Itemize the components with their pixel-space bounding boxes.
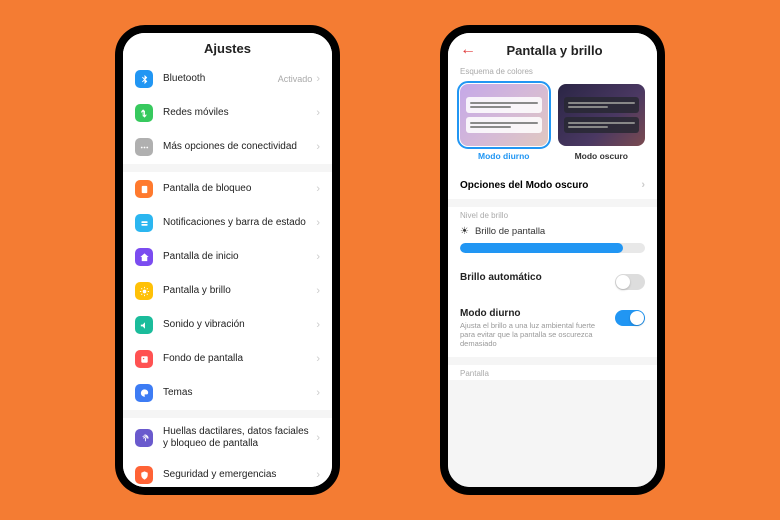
row-notifications[interactable]: Notificaciones y barra de estado › [123,206,332,240]
row-security[interactable]: Seguridad y emergencias › [123,458,332,487]
brightness-control: ☀ Brillo de pantalla [448,222,657,263]
row-label: Temas [163,387,316,399]
mobile-data-icon [135,104,153,122]
page-title: Pantalla y brillo [464,43,645,58]
chevron-right-icon: › [316,141,320,153]
toggle-desc: Ajusta el brillo a una luz ambiental fue… [460,321,607,348]
row-label: Pantalla de bloqueo [163,183,316,195]
row-label: Seguridad y emergencias [163,469,316,481]
row-biometrics[interactable]: Huellas dactilares, datos faciales y blo… [123,418,332,458]
preview-light [460,84,548,146]
row-label: Sonido y vibración [163,319,316,331]
toggle-title: Modo diurno [460,308,607,319]
chevron-right-icon: › [316,183,320,195]
chevron-right-icon: › [316,217,320,229]
row-status: Activado [278,74,313,84]
day-mode-toggle[interactable] [615,310,645,326]
row-display-brightness[interactable]: Pantalla y brillo › [123,274,332,308]
preview-dark [558,84,646,146]
chevron-right-icon: › [316,432,320,444]
chevron-right-icon: › [316,73,320,85]
themes-icon [135,384,153,402]
chevron-right-icon: › [641,179,645,191]
header-bar: ← Pantalla y brillo [448,33,657,63]
settings-group-connectivity: Bluetooth Activado › Redes móviles › Más… [123,62,332,164]
more-icon [135,138,153,156]
toggle-title: Brillo automático [460,272,607,283]
brightness-icon [135,282,153,300]
row-label: Opciones del Modo oscuro [460,180,588,191]
chevron-right-icon: › [316,251,320,263]
page-title: Ajustes [123,33,332,62]
row-day-mode: Modo diurno Ajusta el brillo a una luz a… [448,299,657,357]
row-themes[interactable]: Temas › [123,376,332,410]
scheme-dark[interactable]: Modo oscuro [558,84,646,161]
row-label: Notificaciones y barra de estado [163,217,316,229]
section-label-color-scheme: Esquema de colores [448,63,657,78]
lock-screen-icon [135,180,153,198]
fingerprint-icon [135,429,153,447]
color-scheme-selector: Modo diurno Modo oscuro [448,78,657,171]
brightness-label: Brillo de pantalla [475,226,545,237]
row-dark-mode-options[interactable]: Opciones del Modo oscuro › [448,171,657,199]
security-icon [135,466,153,484]
scheme-light[interactable]: Modo diurno [460,84,548,161]
wallpaper-icon [135,350,153,368]
chevron-right-icon: › [316,285,320,297]
row-wallpaper[interactable]: Fondo de pantalla › [123,342,332,376]
chevron-right-icon: › [316,469,320,481]
chevron-right-icon: › [316,387,320,399]
scheme-label: Modo diurno [460,151,548,161]
row-label: Fondo de pantalla [163,353,316,365]
phone-display-brightness: ← Pantalla y brillo Esquema de colores M… [440,25,665,495]
section-label-brightness: Nivel de brillo [448,207,657,222]
section-label-display: Pantalla [448,365,657,380]
scheme-label: Modo oscuro [558,151,646,161]
bluetooth-icon [135,70,153,88]
settings-screen: Ajustes Bluetooth Activado › Redes móvil… [123,33,332,487]
home-icon [135,248,153,266]
row-lock-screen[interactable]: Pantalla de bloqueo › [123,172,332,206]
row-label: Huellas dactilares, datos faciales y blo… [163,426,316,450]
chevron-right-icon: › [316,353,320,365]
row-label: Más opciones de conectividad [163,141,316,153]
row-label: Pantalla y brillo [163,285,316,297]
brightness-label-row: ☀ Brillo de pantalla [460,226,645,237]
row-label: Pantalla de inicio [163,251,316,263]
brightness-slider[interactable] [460,243,645,253]
settings-group-security: Huellas dactilares, datos faciales y blo… [123,418,332,487]
sun-icon: ☀ [460,226,469,237]
auto-brightness-toggle[interactable] [615,274,645,290]
sound-icon [135,316,153,334]
row-more-connectivity[interactable]: Más opciones de conectividad › [123,130,332,164]
chevron-right-icon: › [316,107,320,119]
phone-settings: Ajustes Bluetooth Activado › Redes móvil… [115,25,340,495]
row-bluetooth[interactable]: Bluetooth Activado › [123,62,332,96]
row-home-screen[interactable]: Pantalla de inicio › [123,240,332,274]
row-label: Bluetooth [163,73,278,85]
settings-group-display: Pantalla de bloqueo › Notificaciones y b… [123,172,332,410]
notifications-icon [135,214,153,232]
slider-fill [460,243,623,253]
row-label: Redes móviles [163,107,316,119]
row-mobile-networks[interactable]: Redes móviles › [123,96,332,130]
display-screen: ← Pantalla y brillo Esquema de colores M… [448,33,657,487]
chevron-right-icon: › [316,319,320,331]
row-auto-brightness: Brillo automático [448,263,657,299]
row-sound[interactable]: Sonido y vibración › [123,308,332,342]
